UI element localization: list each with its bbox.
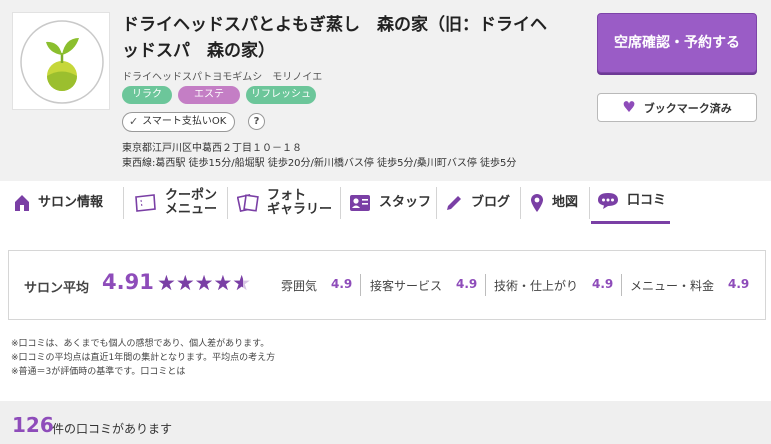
check-icon: ✓ <box>129 115 139 128</box>
nav-divider <box>589 187 590 219</box>
tab-map-label: 地図 <box>552 194 579 210</box>
salon-kana: ドライヘッドスパトヨモギムシ モリノイエ <box>122 72 323 83</box>
sub-rating-label: 技術・仕上がり <box>494 279 579 293</box>
note-line3[interactable]: ※普通＝3が評価時の基準です。口コミとは <box>11 365 275 379</box>
nav-divider <box>227 187 228 219</box>
salon-name-line2: ッドスパ 森の家） <box>122 41 275 61</box>
sub-rating-label: 接客サービス <box>370 279 443 293</box>
star-rating: ★★★★★ ★★★★★ <box>157 271 251 295</box>
photo-icon <box>237 193 259 212</box>
tab-salon-info[interactable]: サロン情報 <box>14 181 103 224</box>
tag-refresh: リフレッシュ <box>246 86 316 104</box>
salon-logo <box>12 12 110 110</box>
tab-reviews-label: 口コミ <box>627 193 667 208</box>
nav-divider <box>520 187 521 219</box>
salon-nav: サロン情報 クーポン メニュー フォト ギャラリー スタッフ ブログ 地図 口コ… <box>0 181 771 227</box>
tab-blog[interactable]: ブログ <box>445 181 510 224</box>
salon-address: 東京都江戸川区中葛西２丁目１０－１８ <box>122 143 302 154</box>
salon-header: ドライヘッドスパとよもぎ蒸し 森の家（旧：ドライヘ ッドスパ 森の家） ドライヘ… <box>0 0 771 181</box>
tab-coupon-line1: クーポン <box>165 187 218 203</box>
tag-este: エステ <box>178 86 240 104</box>
nav-divider <box>340 187 341 219</box>
coupon-icon <box>135 193 156 212</box>
salon-name: ドライヘッドスパとよもぎ蒸し 森の家（旧：ドライヘ ッドスパ 森の家） <box>122 12 590 64</box>
sub-rating-value: 4.9 <box>728 277 750 291</box>
smart-pay-badge: ✓ スマート支払いOK <box>122 112 236 132</box>
tag-riraku: リラク <box>122 86 172 104</box>
sub-rating-value: 4.9 <box>331 277 353 291</box>
tab-coupon-line2: メニュー <box>165 201 218 217</box>
smart-pay-label: スマート支払いOK <box>142 116 227 127</box>
bookmark-button[interactable]: ♥ ブックマーク済み <box>597 93 757 122</box>
tab-photo-gallery[interactable]: フォト ギャラリー <box>237 181 332 224</box>
rating-divider <box>621 274 622 296</box>
note-line1: ※口コミは、あくまでも個人の感想であり、個人差があります。 <box>11 339 270 349</box>
average-score: 4.91 <box>102 270 154 294</box>
review-count-number: 126 <box>12 413 54 437</box>
tab-map[interactable]: 地図 <box>530 181 578 224</box>
sub-rating-value: 4.9 <box>456 277 478 291</box>
map-pin-icon <box>531 193 543 212</box>
rating-divider <box>360 274 361 296</box>
chat-bubble-icon <box>598 193 618 209</box>
heart-icon: ♥ <box>622 98 636 116</box>
help-icon[interactable]: ? <box>248 113 265 130</box>
tab-blog-label: ブログ <box>471 194 511 210</box>
tab-staff[interactable]: スタッフ <box>349 181 431 224</box>
genre-tags: リラク エステ リフレッシュ <box>122 86 316 104</box>
sub-rating-value: 4.9 <box>592 277 614 291</box>
tab-coupon-menu[interactable]: クーポン メニュー <box>133 181 217 224</box>
review-notes: ※口コミは、あくまでも個人の感想であり、個人差があります。 ※口コミの平均点は直… <box>11 337 275 379</box>
tab-reviews[interactable]: 口コミ <box>591 181 670 224</box>
tab-staff-label: スタッフ <box>379 194 432 210</box>
salon-name-line1: ドライヘッドスパとよもぎ蒸し 森の家（旧：ドライヘ <box>122 15 547 35</box>
bookmark-label: ブックマーク済み <box>643 101 732 115</box>
sprout-logo-icon <box>20 20 104 104</box>
average-label: サロン平均 <box>24 281 90 296</box>
sub-rating-menu-price: メニュー・料金 4.9 <box>630 277 749 294</box>
rating-summary: サロン平均 4.91 ★★★★★ ★★★★★ 雰囲気 4.9 接客サービス 4.… <box>8 250 766 320</box>
tab-photo-gallery-label: フォト ギャラリー <box>267 187 333 217</box>
stars-filled: ★★★★★ <box>157 271 243 295</box>
nav-divider <box>436 187 437 219</box>
home-icon <box>15 194 29 211</box>
sub-rating-label: メニュー・料金 <box>630 279 715 293</box>
staff-card-icon <box>350 194 370 211</box>
sub-rating-technique: 技術・仕上がり 4.9 <box>494 277 613 294</box>
note-line2[interactable]: ※口コミの平均点は直近1年間の集計となります。平均点の考え方 <box>11 351 275 365</box>
sub-rating-service: 接客サービス 4.9 <box>370 277 477 294</box>
tab-salon-info-label: サロン情報 <box>38 194 104 210</box>
sub-rating-label: 雰囲気 <box>281 279 318 293</box>
rating-divider <box>485 274 486 296</box>
pencil-icon <box>447 195 461 210</box>
reserve-button[interactable]: 空席確認・予約する <box>597 13 757 73</box>
sub-rating-atmosphere: 雰囲気 4.9 <box>281 277 352 294</box>
review-count-text: 件の口コミがあります <box>52 422 173 436</box>
salon-address-block: 東京都江戸川区中葛西２丁目１０－１８ 東西線:葛西駅 徒歩15分/船堀駅 徒歩2… <box>122 141 516 171</box>
tab-coupon-menu-label: クーポン メニュー <box>165 187 218 217</box>
nav-divider <box>123 187 124 219</box>
tab-photo-line2: ギャラリー <box>267 201 333 217</box>
tab-photo-line1: フォト <box>267 187 307 203</box>
review-count-bar: 126 件の口コミがあります <box>0 401 771 444</box>
salon-access: 東西線:葛西駅 徒歩15分/船堀駅 徒歩20分/新川橋バス停 徒歩5分/桑川町バ… <box>122 158 517 169</box>
